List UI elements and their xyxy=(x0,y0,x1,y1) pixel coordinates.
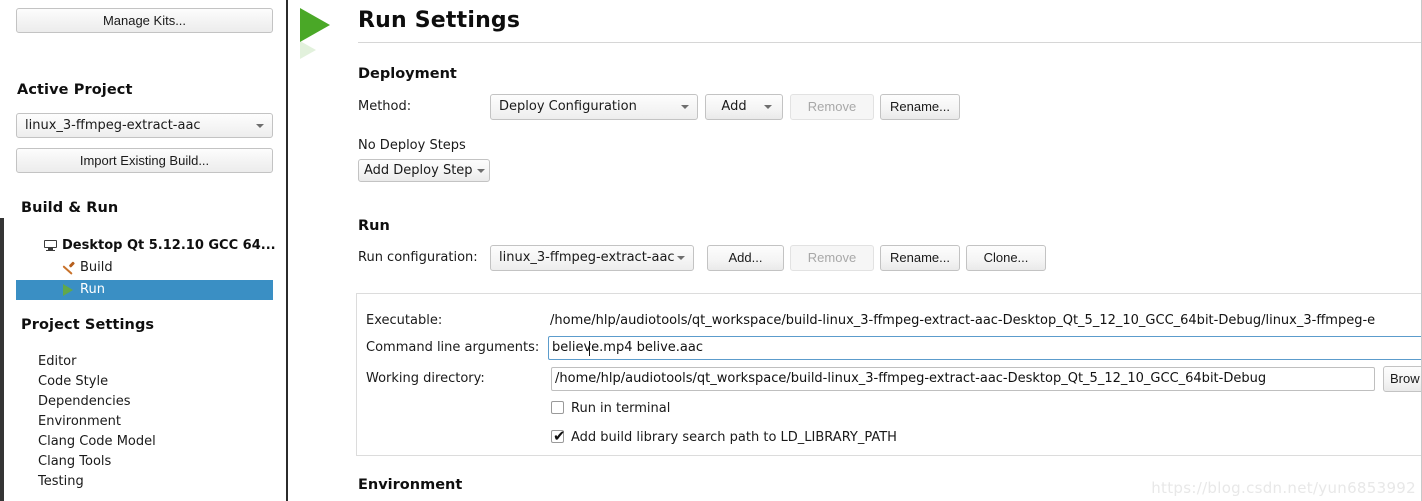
checkbox-box xyxy=(551,401,564,414)
hammer-icon xyxy=(62,260,75,276)
sidebar-item-environment[interactable]: Environment xyxy=(38,414,121,429)
manage-kits-button[interactable]: Manage Kits... xyxy=(16,8,273,33)
deployment-method-combobox[interactable]: Deploy Configuration xyxy=(490,94,698,120)
command-line-arguments-label: Command line arguments: xyxy=(366,340,540,355)
active-project-combobox[interactable]: linux_3-ffmpeg-extract-aac xyxy=(16,113,273,138)
command-line-arguments-value: believe.mp4 belive.aac xyxy=(552,340,703,355)
sidebar-item-run[interactable]: Run xyxy=(16,280,273,300)
check-icon: ✔ xyxy=(553,427,566,445)
project-settings-heading: Project Settings xyxy=(21,317,155,333)
ld-library-path-label: Add build library search path to LD_LIBR… xyxy=(571,430,897,445)
sidebar-item-kit-label: Desktop Qt 5.12.10 GCC 64... xyxy=(62,238,276,253)
sidebar-item-kit-desktop-qt[interactable]: Desktop Qt 5.12.10 GCC 64... xyxy=(0,236,276,256)
chevron-down-icon xyxy=(677,256,685,260)
sidebar-item-code-style[interactable]: Code Style xyxy=(38,374,108,389)
active-project-heading: Active Project xyxy=(17,82,133,98)
text-caret xyxy=(589,341,590,356)
monitor-icon xyxy=(44,240,57,252)
sidebar-item-build-label: Build xyxy=(80,260,113,275)
run-add-button[interactable]: Add... xyxy=(707,245,784,271)
sidebar-item-dependencies[interactable]: Dependencies xyxy=(38,394,131,409)
deployment-method-label: Method: xyxy=(358,99,412,114)
watermark-text: https://blog.csdn.net/yun6853992 xyxy=(1151,479,1416,497)
sidebar-item-run-label: Run xyxy=(80,282,105,297)
chevron-down-icon xyxy=(256,123,264,128)
deployment-method-value: Deploy Configuration xyxy=(499,99,637,114)
sidebar-item-build[interactable]: Build xyxy=(0,258,273,278)
checkbox-box: ✔ xyxy=(551,427,566,445)
deployment-add-label: Add xyxy=(721,99,747,114)
sidebar-item-editor[interactable]: Editor xyxy=(38,354,76,369)
executable-value: /home/hlp/audiotools/qt_workspace/build-… xyxy=(550,313,1376,328)
play-icon xyxy=(300,8,334,59)
chevron-down-icon xyxy=(764,105,772,109)
run-heading: Run xyxy=(358,218,390,234)
project-sidebar: Manage Kits... Active Project linux_3-ff… xyxy=(0,0,286,501)
sidebar-item-clang-tools[interactable]: Clang Tools xyxy=(38,454,111,469)
deployment-rename-button[interactable]: Rename... xyxy=(880,94,960,120)
working-directory-label: Working directory: xyxy=(366,371,485,386)
working-directory-browse-button[interactable]: Brow xyxy=(1383,366,1422,392)
run-settings-pane: Run Settings Deployment Method: Deploy C… xyxy=(288,0,1422,501)
environment-heading: Environment xyxy=(358,477,463,493)
run-configuration-combobox[interactable]: linux_3-ffmpeg-extract-aac xyxy=(490,245,694,271)
no-deploy-steps-label: No Deploy Steps xyxy=(358,138,466,153)
working-directory-value: /home/hlp/audiotools/qt_workspace/build-… xyxy=(555,371,1267,386)
deployment-heading: Deployment xyxy=(358,66,457,82)
import-existing-build-button[interactable]: Import Existing Build... xyxy=(16,148,273,173)
command-line-arguments-input[interactable]: believe.mp4 belive.aac xyxy=(548,336,1422,360)
working-directory-input[interactable]: /home/hlp/audiotools/qt_workspace/build-… xyxy=(551,367,1375,391)
run-clone-button[interactable]: Clone... xyxy=(966,245,1046,271)
run-configuration-value: linux_3-ffmpeg-extract-aac xyxy=(499,250,675,265)
add-deploy-step-label: Add Deploy Step xyxy=(364,163,473,178)
run-configuration-label: Run configuration: xyxy=(358,250,478,265)
sidebar-item-testing[interactable]: Testing xyxy=(38,474,84,489)
run-remove-button[interactable]: Remove xyxy=(790,245,874,271)
run-in-terminal-label: Run in terminal xyxy=(571,401,671,416)
play-icon xyxy=(63,284,73,296)
sidebar-item-clang-code-model[interactable]: Clang Code Model xyxy=(38,434,156,449)
title-divider xyxy=(358,42,1422,43)
page-title: Run Settings xyxy=(358,8,521,33)
deployment-add-button[interactable]: Add xyxy=(705,94,783,120)
active-project-combobox-value: linux_3-ffmpeg-extract-aac xyxy=(25,118,201,133)
chevron-down-icon xyxy=(681,105,689,109)
deployment-remove-button[interactable]: Remove xyxy=(790,94,874,120)
executable-label: Executable: xyxy=(366,313,443,328)
add-deploy-step-button[interactable]: Add Deploy Step xyxy=(358,159,490,182)
build-and-run-heading: Build & Run xyxy=(21,200,119,216)
run-rename-button[interactable]: Rename... xyxy=(880,245,960,271)
chevron-down-icon xyxy=(477,168,485,173)
qt-creator-project-mode: Manage Kits... Active Project linux_3-ff… xyxy=(0,0,1422,501)
